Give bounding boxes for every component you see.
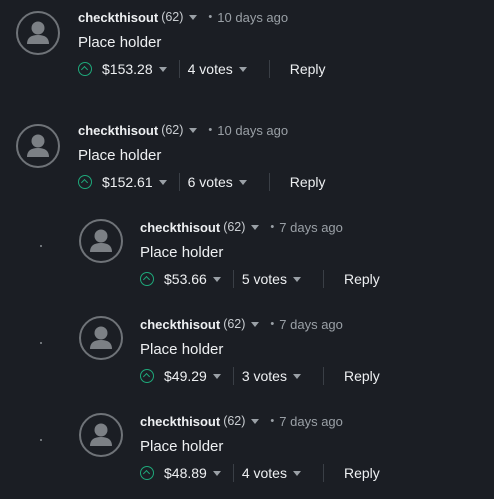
avatar-icon[interactable] [16,11,60,55]
divider [232,270,234,288]
timestamp[interactable]: 10 days ago [217,123,288,138]
reply-link[interactable]: Reply [344,271,380,287]
author-reputation: (62) [161,123,184,137]
reply-comment: checkthisout (62) • 7 days ago Place hol… [0,307,494,404]
timestamp[interactable]: 10 days ago [217,10,288,25]
author-name[interactable]: checkthisout [140,317,220,332]
comment: checkthisout (62) • 10 days ago Place ho… [0,113,494,213]
author-menu-chevron-down-icon[interactable] [251,321,260,327]
author-menu-chevron-down-icon[interactable] [251,418,260,424]
votes-chevron-down-icon[interactable] [292,276,301,282]
upvote-icon[interactable] [78,175,92,189]
divider [322,464,324,482]
author-menu-chevron-down-icon[interactable] [189,14,198,20]
author-menu-chevron-down-icon[interactable] [189,127,198,133]
comment-text: Place holder [140,341,224,358]
reply-comment: checkthisout (62) • 7 days ago Place hol… [0,404,494,499]
avatar-icon[interactable] [79,316,123,360]
votes-chevron-down-icon[interactable] [238,179,247,185]
comment-text: Place holder [78,147,162,164]
payout-chevron-down-icon[interactable] [158,66,167,72]
payout-amount[interactable]: $49.29 [164,368,207,384]
payout-chevron-down-icon[interactable] [158,179,167,185]
payout-chevron-down-icon[interactable] [212,470,221,476]
timestamp[interactable]: 7 days ago [279,414,343,429]
author-reputation: (62) [223,414,246,428]
divider [178,173,180,191]
separator-dot: • [270,221,275,233]
timestamp[interactable]: 7 days ago [279,317,343,332]
upvote-icon[interactable] [140,466,154,480]
payout-chevron-down-icon[interactable] [212,373,221,379]
author-reputation: (62) [223,317,246,331]
comment-text: Place holder [140,438,224,455]
upvote-icon[interactable] [140,369,154,383]
timestamp[interactable]: 7 days ago [279,220,343,235]
separator-dot: • [270,415,275,427]
divider [322,270,324,288]
payout-amount[interactable]: $48.89 [164,465,207,481]
upvote-icon[interactable] [140,272,154,286]
separator-dot: • [270,318,275,330]
reply-link[interactable]: Reply [344,368,380,384]
author-reputation: (62) [223,220,246,234]
author-name[interactable]: checkthisout [140,220,220,235]
divider [268,60,270,78]
divider [268,173,270,191]
payout-amount[interactable]: $152.61 [102,174,153,190]
avatar-icon[interactable] [79,413,123,457]
author-name[interactable]: checkthisout [78,123,158,138]
separator-dot: • [208,11,213,23]
comment: checkthisout (62) • 10 days ago Place ho… [0,0,494,100]
upvote-icon[interactable] [78,62,92,76]
votes-count[interactable]: 4 votes [242,465,287,481]
comment-text: Place holder [140,244,224,261]
divider [232,464,234,482]
votes-chevron-down-icon[interactable] [238,66,247,72]
payout-amount[interactable]: $153.28 [102,61,153,77]
author-name[interactable]: checkthisout [140,414,220,429]
votes-count[interactable]: 5 votes [242,271,287,287]
votes-count[interactable]: 6 votes [188,174,233,190]
author-menu-chevron-down-icon[interactable] [251,224,260,230]
divider [178,60,180,78]
avatar-icon[interactable] [16,124,60,168]
comment-text: Place holder [78,34,162,51]
votes-count[interactable]: 4 votes [188,61,233,77]
votes-count[interactable]: 3 votes [242,368,287,384]
votes-chevron-down-icon[interactable] [292,373,301,379]
reply-link[interactable]: Reply [290,174,326,190]
reply-link[interactable]: Reply [290,61,326,77]
reply-link[interactable]: Reply [344,465,380,481]
avatar-icon[interactable] [79,219,123,263]
reply-comment: checkthisout (62) • 7 days ago Place hol… [0,210,494,307]
author-reputation: (62) [161,10,184,24]
payout-amount[interactable]: $53.66 [164,271,207,287]
divider [322,367,324,385]
payout-chevron-down-icon[interactable] [212,276,221,282]
separator-dot: • [208,124,213,136]
author-name[interactable]: checkthisout [78,10,158,25]
votes-chevron-down-icon[interactable] [292,470,301,476]
divider [232,367,234,385]
